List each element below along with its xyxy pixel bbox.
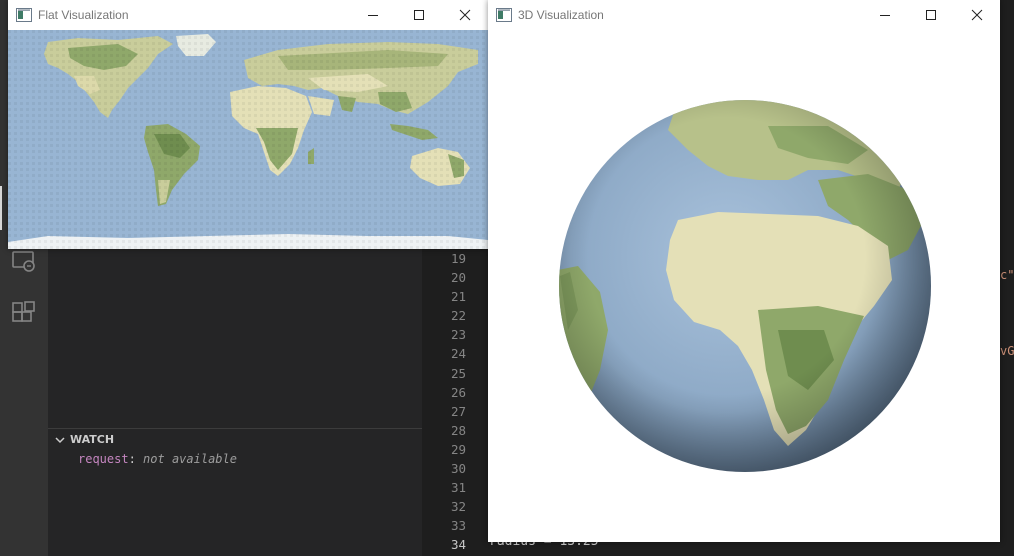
line-number: 24 [450, 346, 466, 362]
minimize-icon [880, 15, 890, 16]
line-number: 29 [450, 441, 466, 457]
flat-maximize-button[interactable] [396, 0, 442, 30]
watch-item[interactable]: request: not available [78, 452, 237, 466]
3d-globe-view[interactable] [488, 30, 1000, 542]
close-icon [971, 9, 983, 21]
flat-window-title: Flat Visualization [38, 8, 129, 22]
globe-maximize-button[interactable] [908, 0, 954, 30]
extensions-icon[interactable] [10, 300, 38, 328]
watch-header-label: WATCH [70, 433, 115, 446]
line-number: 33 [450, 518, 466, 534]
globe-window-titlebar[interactable]: 3D Visualization [488, 0, 1000, 30]
globe-window-title: 3D Visualization [518, 8, 604, 22]
line-number: 31 [450, 480, 466, 496]
line-number: 20 [450, 270, 466, 286]
flat-close-button[interactable] [442, 0, 488, 30]
line-number: 32 [450, 499, 466, 515]
3d-visualization-window[interactable]: 3D Visualization [488, 0, 1000, 542]
code-fragment-string: c" [1000, 268, 1014, 282]
line-number: 30 [450, 461, 466, 477]
globe-shading [559, 100, 931, 472]
watch-item-name: request [78, 452, 129, 466]
flat-window-titlebar[interactable]: Flat Visualization [8, 0, 488, 30]
line-number: 19 [450, 251, 466, 266]
globe-close-button[interactable] [954, 0, 1000, 30]
watch-section-header[interactable]: WATCH [48, 428, 422, 450]
flat-visualization-window[interactable]: Flat Visualization [8, 0, 488, 249]
line-number: 23 [450, 327, 466, 343]
maximize-icon [414, 10, 424, 20]
code-fragment-text: vG [1000, 344, 1014, 358]
line-number: 26 [450, 384, 466, 400]
pixel-texture [8, 30, 488, 249]
app-icon [16, 8, 32, 22]
line-number: 28 [450, 422, 466, 438]
remote-explorer-icon[interactable] [10, 248, 38, 276]
app-icon [496, 8, 512, 22]
globe-minimize-button[interactable] [862, 0, 908, 30]
line-number: 34 [450, 537, 466, 553]
active-view-marker [0, 186, 2, 230]
line-number: 21 [450, 289, 466, 305]
chevron-down-icon [55, 436, 65, 443]
watch-item-value: not available [143, 452, 237, 466]
line-number: 27 [450, 403, 466, 419]
flat-minimize-button[interactable] [350, 0, 396, 30]
minimize-icon [368, 15, 378, 16]
maximize-icon [926, 10, 936, 20]
line-number-gutter: 19 20 21 22 23 24 25 26 27 28 29 30 31 32 33 34 [422, 249, 466, 555]
line-number: 22 [450, 308, 466, 324]
close-icon [459, 9, 471, 21]
flat-world-map[interactable] [8, 30, 488, 249]
watch-item-separator: : [128, 452, 136, 466]
line-number: 25 [450, 365, 466, 381]
